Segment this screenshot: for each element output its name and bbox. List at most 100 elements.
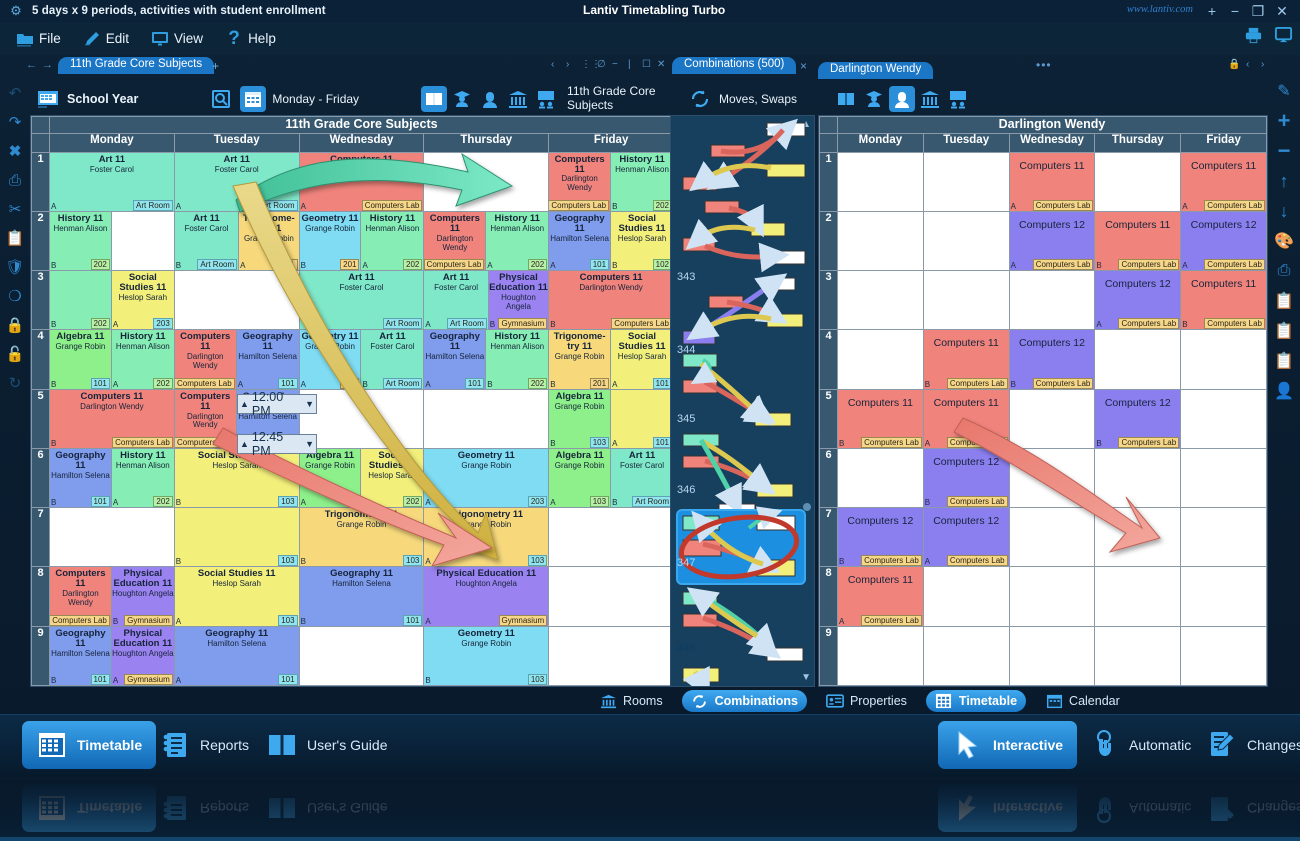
day-cell-thursday[interactable] [1094,507,1182,568]
plus-button[interactable]: + [1202,2,1222,20]
timetable-cell[interactable]: Geography 11 Hamilton Selena B 101 [50,448,112,508]
timetable-cell-empty[interactable] [1009,448,1095,508]
plus-icon[interactable]: + [1271,108,1297,134]
timetable-cell[interactable]: Computers 11Darlington WendyAComputers L… [174,389,237,448]
timetable-cell[interactable]: History 11 Henman Alison A 202 [486,211,549,271]
day-cell-thursday[interactable]: Geometry 11 Grange Robin B 103 [423,625,550,687]
timetable-left-pane[interactable]: 11th Grade Core Subjects Monday Tuesday Wed… [30,115,675,687]
day-cell-tuesday[interactable] [922,270,1010,331]
day-cell-wednesday[interactable]: Computers 11 A Computers Lab [1008,151,1096,212]
timetable-cell-empty[interactable] [1095,567,1181,626]
tab-nav-forward[interactable]: → [42,59,53,71]
time-end-dropdown[interactable]: ▲ 12:45 PM ▼ [237,430,317,458]
menu-view[interactable]: View [145,28,209,50]
menu-help[interactable]: ? Help [219,28,282,50]
combination-number-344[interactable]: 344 [677,344,695,356]
pane-restore-button[interactable]: ☐ [642,59,651,70]
timetable-cell[interactable]: Computers 12 B Computers Lab [923,448,1009,508]
day-cell-friday[interactable] [548,507,674,568]
reset-icon[interactable]: ↻ [2,370,28,396]
timetable-cell[interactable]: B 202 [50,271,112,330]
timetable-cell[interactable]: Art 11 Foster Carol B Art Room [174,211,240,271]
day-cell-wednesday[interactable] [1008,447,1096,509]
day-cell-wednesday[interactable]: Geometry 11 Grange Robin B 201 History 11 Hen… [298,210,425,272]
timetable-cell-empty[interactable] [1095,626,1181,685]
day-cell-thursday[interactable] [423,151,550,212]
day-cell-thursday[interactable] [1094,566,1182,627]
add-tab-button[interactable]: + [212,59,219,73]
unlock-open-icon[interactable]: 🔓 [2,341,28,367]
day-cell-wednesday[interactable]: Geography 11 Hamilton Selena B 101 [298,566,425,627]
day-cell-thursday[interactable] [1094,151,1182,212]
timetable-cell-empty[interactable] [838,330,923,389]
timetable-cell[interactable]: Geography 11 Hamilton Selena A 101 [424,330,487,389]
timetable-cell[interactable]: A 101 [611,389,673,448]
right-pane-lock-icon[interactable]: 🔒 [1228,59,1240,70]
day-cell-monday[interactable]: Computers 11 A Computers Lab [837,566,924,627]
combination-number-348[interactable]: 348 [677,642,695,654]
day-cell-wednesday[interactable] [298,625,425,687]
palette-icon[interactable]: 🎨 [1271,228,1297,254]
day-cell-wednesday[interactable]: Geometry 11 Grange Robin A 201 Art 11 Foster … [298,329,425,390]
timetable-cell-empty[interactable] [1095,330,1181,389]
time-start-up-arrow[interactable]: ▲ [240,399,249,409]
bottombar-changes[interactable]: Changes [1192,721,1300,769]
timetable-cell[interactable]: Art 11 Foster Carol B Art Room [361,330,424,389]
day-cell-wednesday[interactable]: Computers 11 Darlington Wendy A Computers L… [298,151,425,212]
clipboard-icon[interactable]: 📋 [1271,288,1297,314]
tab-combinations-close[interactable]: × [800,59,807,73]
lock-activity-icon[interactable]: 🛡 [2,254,28,280]
timetable-cell[interactable]: Computers 11 A Computers Lab [1009,152,1095,211]
timetable-cell[interactable]: Computers 11Darlington WendyBComputers L… [50,389,174,448]
day-cell-friday[interactable]: Computers 11 Darlington Wendy B Computers L… [548,270,674,331]
teacher-icon[interactable] [889,86,916,112]
combinations-panel[interactable]: ▲ ▼ 343 344 345 346 347 348 [670,115,815,687]
timetable-cell[interactable]: Algebra 11 Grange Robin B 103 [549,389,612,448]
timetable-cell[interactable]: History 11 Henman Alison B 202 [486,330,549,389]
day-cell-friday[interactable] [1180,625,1267,687]
timetable-cell[interactable]: Trigonometry 11 Grange Robin A 103 [424,508,549,567]
day-cell-wednesday[interactable] [298,388,425,449]
timetable-cell[interactable]: History 11 Henman Alison A 202 [361,211,424,271]
timetable-cell-empty[interactable] [1181,389,1266,448]
day-cell-wednesday[interactable] [1008,507,1096,568]
timetable-cell[interactable]: Social Studies 11 Heslop Sarah A 103 [174,567,299,626]
timetable-cell-empty[interactable] [1181,330,1266,389]
up-arrow-icon[interactable]: ↑ [1271,168,1297,194]
bottombar-users-guide[interactable]: User's Guide [252,721,401,769]
day-cell-tuesday[interactable] [922,566,1010,627]
timetable-cell[interactable]: Computers 12 B Computers Lab [1095,389,1181,448]
timetable-cell[interactable]: Computers 11Darlington WendyAComputers L… [299,152,424,211]
time-start-dropdown[interactable]: ▲ 12:00 PM ▼ [237,390,317,418]
calendar-icon[interactable] [240,86,267,112]
redo-icon[interactable]: ↷ [2,109,28,135]
day-header-friday[interactable]: Friday [548,133,674,153]
timetable-cell[interactable]: Computers 12 A Computers Lab [1009,211,1095,271]
timetable-cell[interactable]: Trigonome-try 11 Grange Robin A 201 [239,211,299,271]
down-arrow-icon[interactable]: ↓ [1271,198,1297,224]
school-year-button[interactable]: School Year [30,83,143,115]
timetable-cell[interactable]: Geography 11 Hamilton Selena B 101 [299,567,424,626]
day-cell-tuesday[interactable]: Computers 11Darlington WendyBComputers L… [173,329,300,390]
timetable-cell-empty[interactable] [923,567,1009,626]
day-header-friday[interactable]: Friday [1180,133,1267,153]
day-cell-tuesday[interactable] [922,151,1010,212]
timetable-cell[interactable]: Geography 11 Hamilton Selena B 101 [50,626,112,685]
day-cell-friday[interactable]: Geography 11 Hamilton Selena A 101 Social St… [548,210,674,272]
timetable-cell-empty[interactable] [923,211,1009,271]
menu-file[interactable]: File [10,28,67,50]
timetable-cell-empty[interactable] [838,271,923,330]
day-cell-thursday[interactable]: Art 11 Foster Carol A Art Room Physical Educ… [423,270,550,331]
day-cell-friday[interactable]: Computers 11Darlington WendyAComputers L… [548,151,674,212]
timetable-cell[interactable]: History 11 Henman Alison B 202 [50,211,112,271]
class-icon[interactable] [533,86,559,112]
timetable-cell[interactable]: Social Studies 11 Heslop Sarah A 101 [611,330,673,389]
day-cell-thursday[interactable]: Computers 11Darlington WendyBComputers L… [423,210,550,272]
day-header-tuesday[interactable]: Tuesday [173,133,300,153]
pane-prev-button[interactable]: ‹ [551,59,554,70]
timetable-cell[interactable]: Computers 11Darlington WendyBComputers L… [424,211,487,271]
timetable-cell-empty[interactable] [174,271,299,330]
cut-icon[interactable]: ✂ [2,196,28,222]
day-cell-tuesday[interactable]: Geography 11 Hamilton Selena A 101 [173,625,300,687]
viewbar-properties[interactable]: Properties [817,690,916,712]
